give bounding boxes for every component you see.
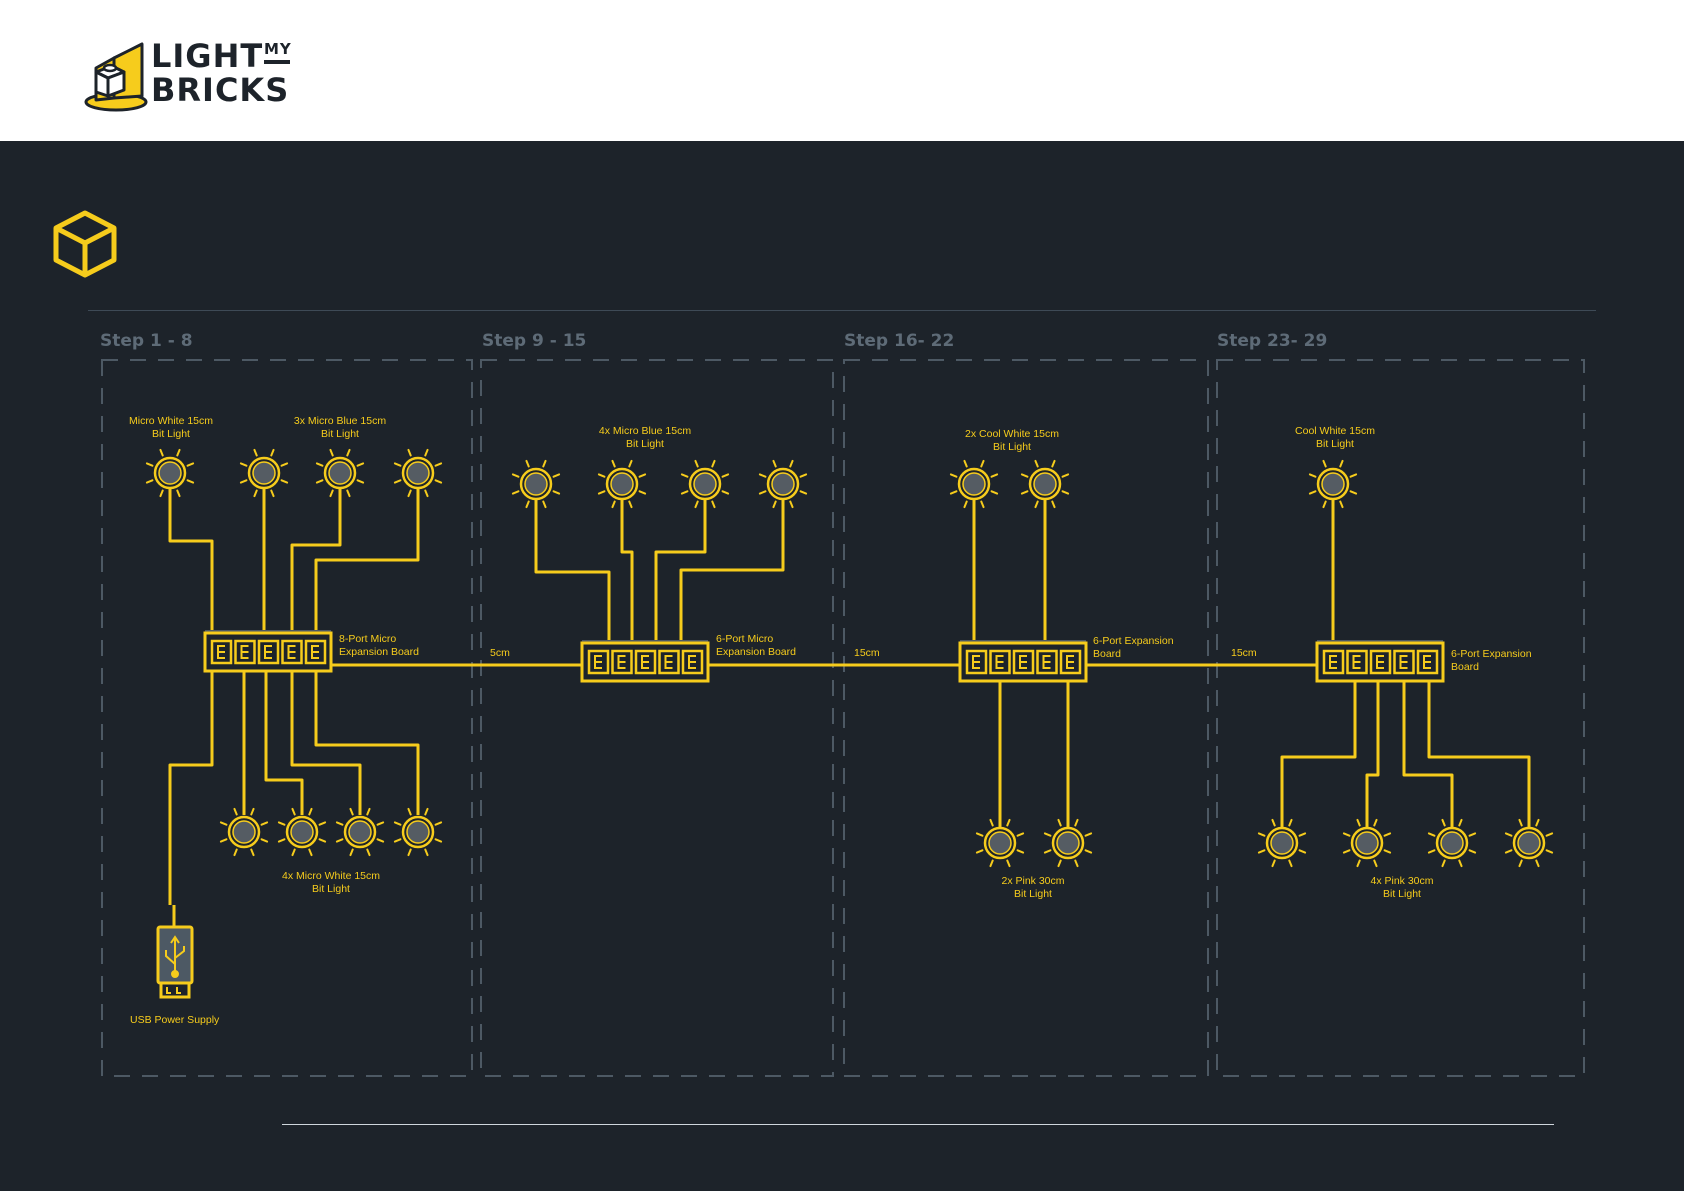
bit-light-icon <box>1427 818 1477 868</box>
bit-light-icon <box>1504 818 1554 868</box>
label-2x-cool-white: Bit Light <box>993 441 1031 453</box>
wiring-diagram: Step 1 - 8 Step 9 - 15 Step 16- 22 Step … <box>100 331 1585 1077</box>
step-panel-4 <box>1216 359 1585 1077</box>
label-2x-pink: 2x Pink 30cm <box>1001 875 1064 887</box>
label-4x-micro-blue: 4x Micro Blue 15cm <box>599 425 691 437</box>
step-title-1: Step 1 - 8 <box>100 331 193 351</box>
bit-light-icon <box>145 448 195 498</box>
step-title-4: Step 23- 29 <box>1217 331 1327 351</box>
bit-light-icon <box>239 448 289 498</box>
bit-light-icon <box>393 448 443 498</box>
label-6-port-micro-board: Expansion Board <box>716 646 796 658</box>
bit-light-icon <box>949 459 999 509</box>
bit-light-icon <box>975 818 1025 868</box>
label-4x-pink: Bit Light <box>1383 888 1421 900</box>
board-step-2 <box>580 640 710 683</box>
bit-light-icon <box>758 459 808 509</box>
label-4x-micro-blue: Bit Light <box>626 438 664 450</box>
label-4x-micro-white: 4x Micro White 15cm <box>282 870 380 882</box>
bit-light-icon <box>1043 818 1093 868</box>
label-6-port-board-3: 6-Port Expansion <box>1093 635 1174 647</box>
board-step-3 <box>958 640 1088 683</box>
step-panel-2 <box>480 359 834 1077</box>
label-usb-power: USB Power Supply <box>130 1014 220 1026</box>
bit-light-icon <box>1342 818 1392 868</box>
step-panels <box>101 359 1585 1077</box>
label-micro-blue: 3x Micro Blue 15cm <box>294 415 386 427</box>
label-cable-15cm-3: 15cm <box>854 647 880 659</box>
label-6-port-micro-board: 6-Port Micro <box>716 633 773 645</box>
label-cool-white: Cool White 15cm <box>1295 425 1375 437</box>
bit-light-icon <box>1257 818 1307 868</box>
label-micro-white: Micro White 15cm <box>129 415 213 427</box>
step-title-3: Step 16- 22 <box>844 331 954 351</box>
usb-power-supply <box>156 905 194 999</box>
label-micro-blue: Bit Light <box>321 428 359 440</box>
label-8-port-board: Expansion Board <box>339 646 419 658</box>
label-6-port-board-4: Board <box>1451 661 1479 673</box>
label-cable-5cm: 5cm <box>490 647 510 659</box>
bit-light-icon <box>1020 459 1070 509</box>
bit-light-icon <box>1308 459 1358 509</box>
board-step-4 <box>1315 640 1445 683</box>
label-2x-pink: Bit Light <box>1014 888 1052 900</box>
label-cable-15cm-4: 15cm <box>1231 647 1257 659</box>
label-2x-cool-white: 2x Cool White 15cm <box>965 428 1059 440</box>
step-title-2: Step 9 - 15 <box>482 331 586 351</box>
bit-light-icon <box>277 807 327 857</box>
label-micro-white: Bit Light <box>152 428 190 440</box>
bit-light-icon <box>393 807 443 857</box>
label-4x-pink: 4x Pink 30cm <box>1370 875 1433 887</box>
bit-light-icon <box>597 459 647 509</box>
label-4x-micro-white: Bit Light <box>312 883 350 895</box>
step-panel-3 <box>843 359 1209 1077</box>
label-cool-white: Bit Light <box>1316 438 1354 450</box>
label-6-port-board-3: Board <box>1093 648 1121 660</box>
bit-light-icon <box>219 807 269 857</box>
board-step-1 <box>203 630 333 673</box>
bit-light-icon <box>511 459 561 509</box>
bit-light-icon <box>315 448 365 498</box>
label-8-port-board: 8-Port Micro <box>339 633 396 645</box>
bit-light-icon <box>680 459 730 509</box>
bit-light-icon <box>335 807 385 857</box>
label-6-port-board-4: 6-Port Expansion <box>1451 648 1532 660</box>
